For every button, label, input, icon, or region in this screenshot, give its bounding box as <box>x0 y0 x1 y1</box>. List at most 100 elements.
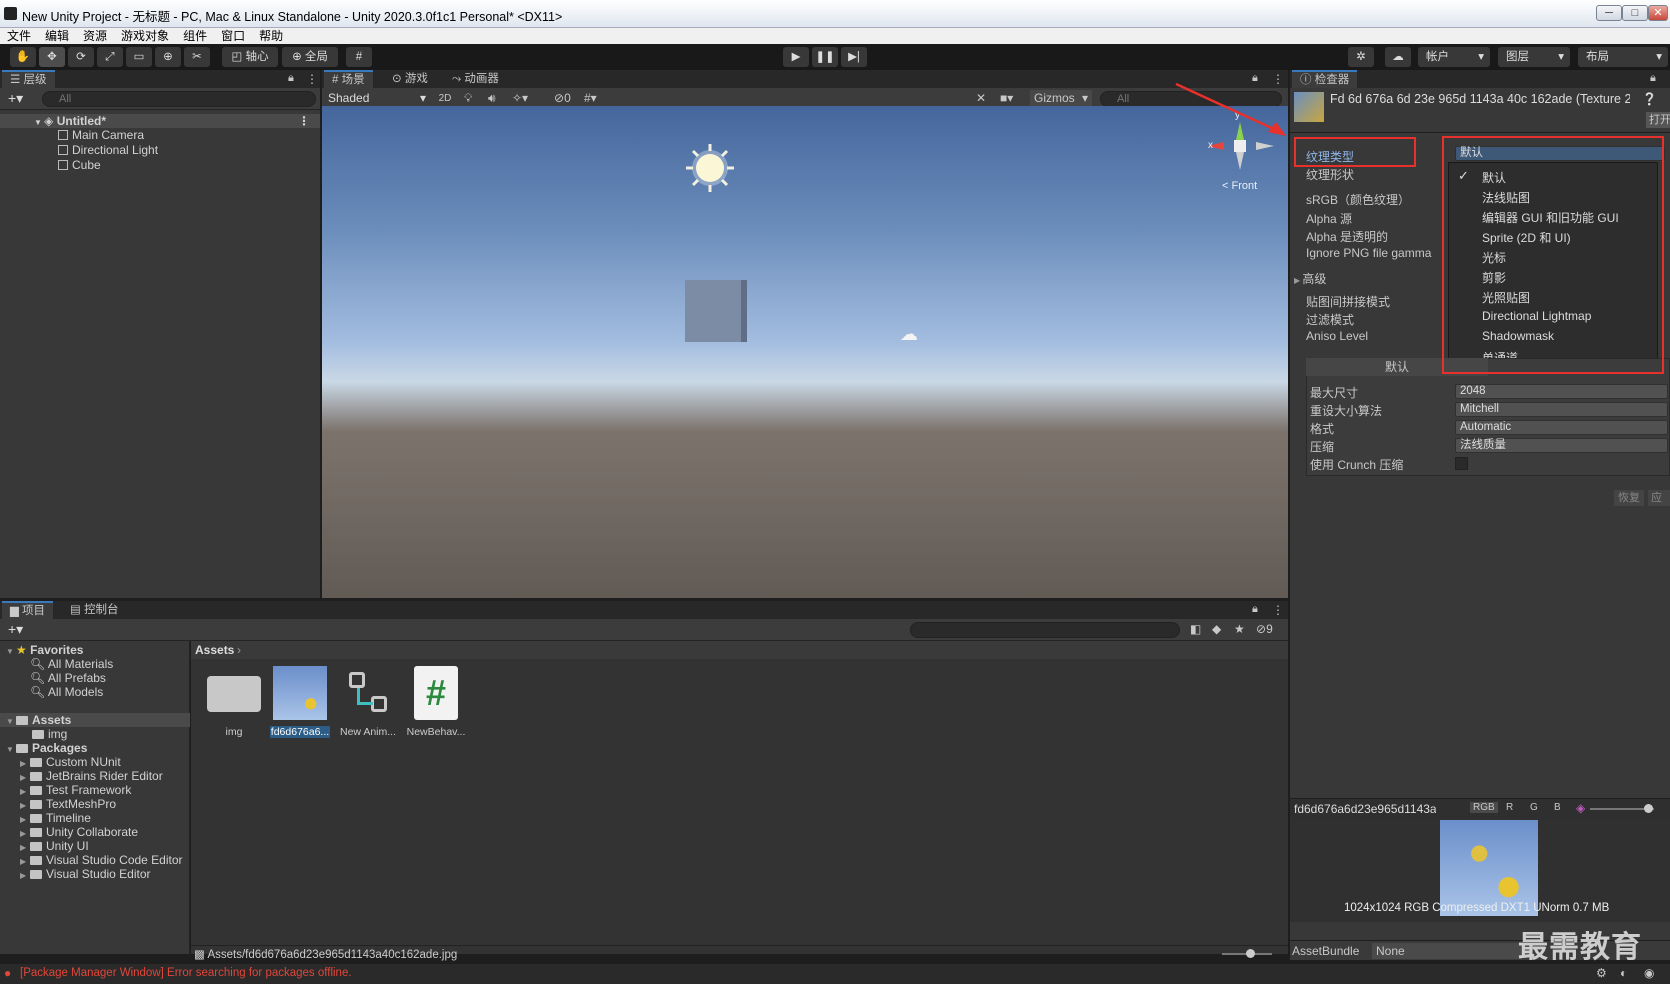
shading-mode-dropdown[interactable]: Shaded ▾ <box>324 90 430 107</box>
camera-gizmo-icon[interactable]: ☁ <box>900 324 918 345</box>
asset-img-folder[interactable]: img <box>204 666 264 738</box>
menu-window[interactable]: 窗口 <box>214 28 252 44</box>
tab-inspector[interactable]: ⓘ 检查器 <box>1292 70 1358 88</box>
favorite-all-materials[interactable]: 🔍︎ All Materials <box>30 657 113 671</box>
breadcrumb-assets[interactable]: Assets <box>195 643 234 657</box>
rect-tool-button[interactable]: ▭ <box>126 47 152 67</box>
open-button[interactable]: 打开 <box>1646 112 1670 128</box>
favorites-folder[interactable]: ▼ ★ Favorites <box>6 643 83 657</box>
advanced-foldout[interactable]: ▶ 高级 <box>1294 270 1326 287</box>
tab-game[interactable]: ⊙ 游戏 <box>384 70 436 88</box>
crunch-checkbox[interactable] <box>1455 457 1468 470</box>
camera-dropdown[interactable]: ■▾ <box>1000 91 1013 105</box>
scene-viewport[interactable]: ☁ x y < Front <box>322 106 1288 598</box>
global-toggle[interactable]: ⊕ 全局 <box>282 47 338 67</box>
layers-dropdown[interactable]: 图层 ▾ <box>1498 47 1570 67</box>
more-icon[interactable]: ⋮ <box>1272 603 1284 617</box>
menu-gameobject[interactable]: 游戏对象 <box>114 28 176 44</box>
status-message[interactable]: [Package Manager Window] Error searching… <box>20 967 352 979</box>
package-timeline[interactable]: ▶ Timeline <box>20 811 91 825</box>
compression-dropdown[interactable]: 法线质量 <box>1455 438 1668 453</box>
package-test-framework[interactable]: ▶ Test Framework <box>20 783 131 797</box>
hidden-objects-toggle[interactable]: ⊘0 <box>554 91 571 105</box>
tab-hierarchy[interactable]: ☰ 层级 <box>2 70 55 88</box>
lock-icon[interactable]: 🔒︎ <box>288 72 294 85</box>
gizmo-view-label[interactable]: < Front <box>1222 180 1257 192</box>
resize-algorithm-dropdown[interactable]: Mitchell <box>1455 402 1668 417</box>
filter-type-icon[interactable]: ◧ <box>1190 622 1201 636</box>
asset-new-behaviour-script[interactable]: # NewBehav... <box>406 666 466 738</box>
package-vscode-editor[interactable]: ▶ Visual Studio Code Editor <box>20 853 183 867</box>
custom-tool-button[interactable]: ✂ <box>184 47 210 67</box>
scene-row[interactable]: ▼ ◈ Untitled* ⋮ <box>0 114 320 128</box>
package-unity-collaborate[interactable]: ▶ Unity Collaborate <box>20 825 138 839</box>
hidden-packages-toggle[interactable]: ⊘9 <box>1256 622 1273 636</box>
pivot-toggle[interactable]: ◰ 轴心 <box>222 47 278 67</box>
menu-edit[interactable]: 编辑 <box>38 28 76 44</box>
assetbundle-dropdown[interactable]: None <box>1372 943 1522 959</box>
collab-button[interactable]: ✲ <box>1348 47 1374 67</box>
mipmap-icon[interactable]: ◈ <box>1576 801 1585 815</box>
lock-icon[interactable]: 🔒︎ <box>1650 72 1656 85</box>
lock-icon[interactable]: 🔒︎ <box>1252 603 1258 616</box>
cube-object[interactable] <box>685 280 747 342</box>
hand-tool-button[interactable]: ✋ <box>10 47 36 67</box>
step-button[interactable]: ▶| <box>841 47 867 67</box>
close-button[interactable]: ✕ <box>1648 5 1668 21</box>
menu-component[interactable]: 组件 <box>176 28 214 44</box>
tab-console[interactable]: ▤ 控制台 <box>62 601 127 619</box>
format-dropdown[interactable]: Automatic <box>1455 420 1668 435</box>
icon-size-slider-handle[interactable] <box>1246 949 1255 958</box>
progress-icon[interactable]: ◐ <box>1620 966 1627 980</box>
rotate-tool-button[interactable]: ⟳ <box>68 47 94 67</box>
debug-icon[interactable]: ⚙ <box>1596 966 1607 980</box>
menu-file[interactable]: 文件 <box>0 28 38 44</box>
folder-img[interactable]: img <box>32 727 67 741</box>
cache-icon[interactable]: ◉ <box>1644 966 1654 980</box>
asset-texture-image[interactable]: fd6d676a6... <box>270 666 330 738</box>
channel-rgb-button[interactable]: RGB <box>1470 802 1498 813</box>
package-vs-editor[interactable]: ▶ Visual Studio Editor <box>20 867 151 881</box>
package-jetbrains-rider[interactable]: ▶ JetBrains Rider Editor <box>20 769 163 783</box>
hierarchy-item-cube[interactable]: Cube <box>0 158 320 172</box>
package-unity-ui[interactable]: ▶ Unity UI <box>20 839 89 853</box>
play-button[interactable]: ▶ <box>783 47 809 67</box>
mip-slider-handle[interactable] <box>1644 804 1653 813</box>
packages-folder[interactable]: ▼ Packages <box>6 741 87 755</box>
hierarchy-item-main-camera[interactable]: Main Camera <box>0 128 320 142</box>
channel-r-button[interactable]: R <box>1506 802 1513 813</box>
help-icon[interactable]: ❔ <box>1642 92 1657 106</box>
channel-b-button[interactable]: B <box>1554 802 1561 813</box>
gizmos-dropdown[interactable]: Gizmos ▾ <box>1030 90 1092 107</box>
grid-toggle[interactable]: #▾ <box>584 91 597 105</box>
revert-button[interactable]: 恢复 <box>1614 490 1644 506</box>
assets-folder[interactable]: ▼ Assets <box>0 713 190 727</box>
tab-animator[interactable]: ⤳ 动画器 <box>444 70 507 88</box>
lighting-icon[interactable]: 💡︎ <box>464 91 472 106</box>
favorite-all-models[interactable]: 🔍︎ All Models <box>30 685 103 699</box>
favorite-all-prefabs[interactable]: 🔍︎ All Prefabs <box>30 671 106 685</box>
menu-help[interactable]: 帮助 <box>252 28 290 44</box>
filter-label-icon[interactable]: ◆ <box>1212 622 1221 636</box>
more-icon[interactable]: ⋮ <box>306 72 318 86</box>
layout-dropdown[interactable]: 布局 ▾ <box>1578 47 1668 67</box>
2d-toggle[interactable]: 2D <box>434 90 456 107</box>
max-size-dropdown[interactable]: 2048 <box>1455 384 1668 399</box>
tools-icon[interactable]: ✕ <box>976 91 986 105</box>
cloud-button[interactable]: ☁ <box>1385 47 1411 67</box>
grid-snap-button[interactable]: # <box>346 47 372 67</box>
channel-g-button[interactable]: G <box>1530 802 1538 813</box>
tab-project[interactable]: ▆ 项目 <box>2 601 54 619</box>
minimize-button[interactable]: ─ <box>1596 5 1622 21</box>
pause-button[interactable]: ❚❚ <box>812 47 838 67</box>
project-search-input[interactable] <box>910 622 1180 638</box>
package-custom-nunit[interactable]: ▶ Custom NUnit <box>20 755 121 769</box>
transform-tool-button[interactable]: ⊕ <box>155 47 181 67</box>
favorite-star-icon[interactable]: ★ <box>1234 622 1245 636</box>
asset-new-animator[interactable]: New Anim... <box>338 666 398 738</box>
scale-tool-button[interactable]: ⤢ <box>97 47 123 67</box>
tab-scene[interactable]: # 场景 <box>324 70 373 88</box>
maximize-button[interactable]: □ <box>1622 5 1648 21</box>
hierarchy-search-input[interactable] <box>42 91 316 107</box>
hierarchy-item-directional-light[interactable]: Directional Light <box>0 143 320 157</box>
